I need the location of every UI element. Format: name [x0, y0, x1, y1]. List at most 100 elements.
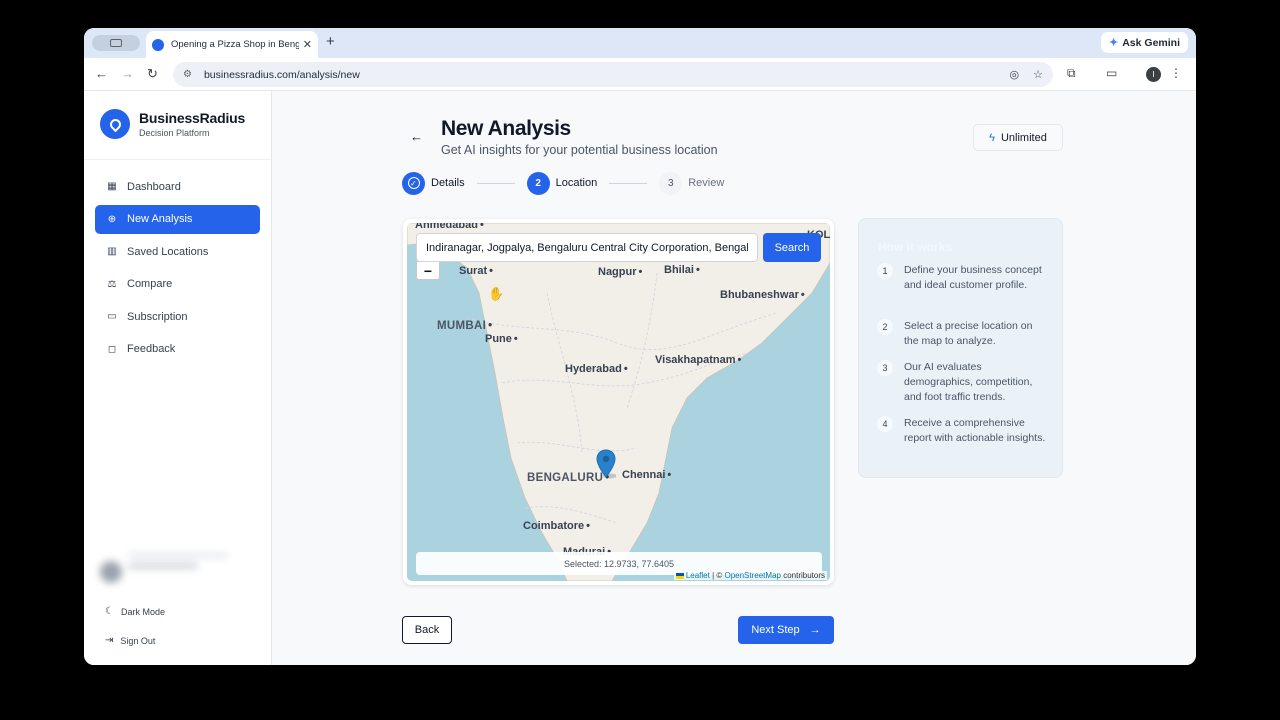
sidebar-item-compare[interactable]: ⚖ Compare — [95, 270, 260, 299]
credit-card-icon: ▭ — [107, 311, 117, 322]
sidebar-item-label: Compare — [127, 278, 173, 290]
sign-out-label: Sign Out — [120, 635, 156, 646]
sidebar-item-label: Dashboard — [127, 180, 181, 193]
message-icon: ◻ — [107, 343, 117, 355]
location-search-input[interactable] — [416, 233, 758, 262]
map-card: Ahmedabad KOL Surat Nagpur Bhilai Bhuban… — [403, 219, 834, 585]
back-button[interactable]: Back — [402, 616, 452, 644]
ukraine-flag-icon — [675, 572, 684, 579]
location-map[interactable]: Ahmedabad KOL Surat Nagpur Bhilai Bhuban… — [407, 223, 830, 581]
bolt-icon: ϟ — [989, 131, 995, 144]
reload-icon[interactable]: ↻ — [147, 66, 158, 82]
ask-gemini-label: Ask Gemini — [1122, 36, 1180, 49]
plus-circle-icon: ⊕ — [107, 213, 117, 225]
forward-nav-icon[interactable]: → — [121, 66, 134, 82]
location-pin-icon[interactable] — [596, 449, 616, 479]
main-content: ← New Analysis Get AI insights for your … — [272, 91, 1196, 665]
avatar — [100, 561, 122, 583]
sidebar-item-saved-locations[interactable]: ▥ Saved Locations — [95, 237, 260, 266]
plan-badge[interactable]: ϟ Unlimited — [973, 124, 1063, 151]
scale-icon: ⚖ — [107, 278, 117, 290]
attribution-tail: contributors — [780, 571, 825, 580]
sidebar-item-subscription[interactable]: ▭ Subscription — [95, 302, 260, 331]
dark-mode-label: Dark Mode — [120, 606, 165, 617]
close-tab-icon[interactable]: ✕ — [303, 38, 312, 51]
back-nav-icon[interactable]: ← — [95, 66, 108, 82]
how-step-number: 3 — [877, 360, 893, 376]
stepper: ✓ Details 2 Location 3 Review — [402, 171, 724, 195]
plan-badge-label: Unlimited — [1000, 131, 1047, 144]
how-step-number: 2 — [877, 319, 893, 335]
how-step-text: Receive a comprehensive report with acti… — [904, 417, 1046, 444]
sidebar-item-label: Subscription — [127, 310, 188, 323]
next-step-button[interactable]: Next Step → — [738, 616, 834, 644]
ask-gemini-button[interactable]: ✦ Ask Gemini — [1101, 32, 1188, 53]
how-step-text: Define your business concept and ideal c… — [904, 264, 1042, 291]
page-subtitle: Get AI insights for your potential busin… — [441, 143, 718, 157]
menu-icon[interactable]: ⋮ — [1170, 66, 1182, 80]
map-city-label: Chennai — [622, 469, 671, 481]
step-3-indicator[interactable]: 3 — [659, 171, 683, 195]
moon-icon: ☾ — [105, 606, 114, 617]
user-profile-card[interactable] — [94, 553, 254, 591]
sidebar-item-label: Feedback — [127, 343, 176, 355]
how-it-works-panel: How it works 1 Define your business conc… — [858, 218, 1063, 478]
tab-strip: Opening a Pizza Shop in Benga ✕ + ✦ Ask … — [84, 28, 1196, 58]
leaflet-link[interactable]: Leaflet — [686, 571, 710, 580]
tab-search-icon[interactable] — [92, 35, 140, 51]
step-connector — [609, 182, 648, 184]
how-step: 4 Receive a comprehensive report with ac… — [877, 416, 1047, 446]
brand-subtitle: Decision Platform — [139, 128, 210, 138]
logo-pin-icon — [100, 109, 130, 139]
map-city-label: Coimbatore — [523, 520, 590, 532]
next-step-label: Next Step — [751, 624, 800, 636]
how-step-number: 4 — [877, 416, 893, 432]
osm-link[interactable]: OpenStreetMap — [724, 571, 780, 580]
browser-tab[interactable]: Opening a Pizza Shop in Benga ✕ — [146, 31, 318, 58]
app-root: BusinessRadius Decision Platform ▦ Dashb… — [84, 91, 1196, 665]
step-label-location: Location — [555, 177, 598, 189]
browser-window: Opening a Pizza Shop in Benga ✕ + ✦ Ask … — [84, 28, 1196, 665]
how-step: 2 Select a precise location on the map t… — [877, 319, 1047, 349]
sidebar-nav: ▦ Dashboard ⊕ New Analysis ▥ Saved Locat… — [95, 172, 260, 367]
sign-out-button[interactable]: ⇥ Sign Out — [105, 635, 155, 646]
sparkle-icon: ✦ — [1109, 37, 1119, 49]
grid-icon: ▦ — [107, 181, 117, 192]
back-arrow-icon[interactable]: ← — [410, 129, 423, 144]
eye-off-icon[interactable]: ◎ — [1010, 68, 1020, 81]
url-text: businessradius.com/analysis/new — [203, 68, 360, 81]
profile-avatar[interactable]: I — [1146, 67, 1161, 82]
attribution-separator: | © — [709, 571, 725, 580]
zoom-out-button[interactable]: − — [416, 262, 440, 280]
extensions-icon[interactable]: ⧉ — [1067, 66, 1076, 81]
dark-mode-toggle[interactable]: ☾ Dark Mode — [105, 606, 165, 617]
map-attribution: Leaflet | © OpenStreetMap contributors — [673, 571, 827, 580]
hand-cursor-icon: ✋ — [488, 286, 505, 301]
map-icon: ▥ — [107, 246, 117, 257]
site-settings-icon[interactable]: ⚙ — [183, 69, 192, 80]
sidebar-item-new-analysis[interactable]: ⊕ New Analysis — [95, 204, 260, 234]
new-tab-button[interactable]: + — [326, 33, 335, 50]
sidebar-item-dashboard[interactable]: ▦ Dashboard — [95, 172, 260, 201]
bookmark-star-icon[interactable]: ☆ — [1033, 68, 1043, 81]
address-bar[interactable]: ⚙ businessradius.com/analysis/new ◎ ☆ — [173, 62, 1053, 87]
how-it-works-title: How it works — [878, 240, 953, 254]
brand-name: BusinessRadius — [139, 110, 246, 126]
map-city-label: Bhilai — [664, 264, 700, 276]
brand[interactable]: BusinessRadius Decision Platform — [100, 109, 245, 139]
how-step-text: Our AI evaluates demographics, competiti… — [904, 361, 1033, 403]
favicon-icon — [152, 38, 164, 51]
map-city-label: MUMBAI — [437, 320, 492, 332]
map-city-label: Ahmedabad — [415, 223, 484, 231]
step-label-review: Review — [688, 177, 725, 189]
step-label-details: Details — [431, 177, 465, 189]
map-city-label: Pune — [485, 333, 518, 345]
map-city-label: Visakhapatnam — [655, 354, 741, 366]
sidebar-item-feedback[interactable]: ◻ Feedback — [95, 335, 260, 364]
how-step-number: 1 — [877, 263, 893, 279]
side-panel-icon[interactable]: ▭ — [1106, 66, 1117, 80]
browser-toolbar: ← → ↻ ⚙ businessradius.com/analysis/new … — [84, 58, 1196, 91]
step-1-check-icon[interactable]: ✓ — [402, 171, 425, 195]
search-button[interactable]: Search — [763, 233, 821, 262]
step-2-indicator[interactable]: 2 — [526, 171, 550, 195]
